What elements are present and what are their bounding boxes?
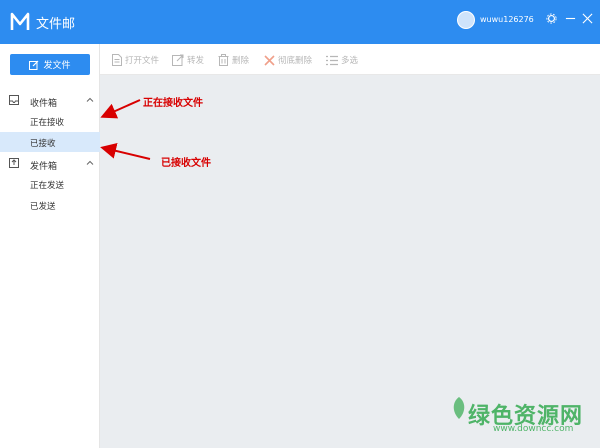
annotation-received: 已接收文件 — [161, 158, 211, 169]
arrow-receiving — [100, 99, 141, 119]
annotation-receiving: 正在接收文件 — [143, 98, 203, 109]
annotation-arrows — [100, 99, 151, 160]
watermark-url: www.downcc.com — [493, 424, 574, 434]
watermark-leaf-icon — [453, 397, 465, 419]
arrow-received — [100, 143, 151, 160]
